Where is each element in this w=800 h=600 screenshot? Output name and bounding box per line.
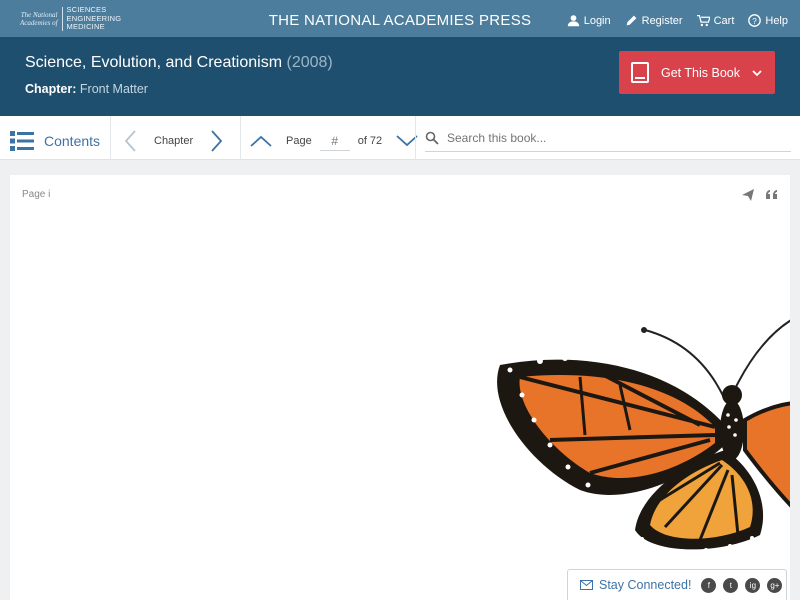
previous-page-button[interactable] [250, 135, 272, 147]
logo-line: MEDICINE [66, 22, 105, 32]
send-icon[interactable] [742, 189, 754, 201]
logo-line: The National [20, 11, 58, 19]
login-label: Login [583, 14, 611, 27]
pencil-icon [626, 15, 636, 26]
register-label: Register [641, 14, 683, 27]
next-chapter-button[interactable] [211, 130, 223, 152]
cart-link[interactable]: Cart [696, 14, 735, 27]
book-page: Page i [10, 175, 790, 600]
envelope-icon [580, 580, 593, 590]
quote-icon[interactable] [766, 189, 778, 201]
chapter-nav: Chapter [124, 122, 223, 160]
logo-left-text: The National Academies of [20, 11, 62, 27]
chapter-label: Chapter: [25, 82, 77, 96]
book-year: (2008) [286, 54, 333, 71]
top-nav: Login Register Cart ? Help [567, 14, 788, 27]
nas-logo[interactable]: The National Academies of SCIENCES ENGIN… [20, 6, 121, 32]
reader-toolbar: Contents Chapter Page of 72 [0, 116, 800, 160]
cart-label: Cart [713, 14, 735, 27]
book-title: Science, Evolution, and Creationism (200… [25, 54, 333, 72]
logo-line: Academies of [20, 19, 58, 27]
chevron-left-icon [124, 130, 136, 152]
login-link[interactable]: Login [567, 14, 611, 27]
help-label: Help [765, 14, 788, 27]
book-chapter: Chapter: Front Matter [25, 82, 148, 96]
page-label: Page i [22, 189, 51, 200]
chevron-down-icon [752, 69, 762, 76]
facebook-icon[interactable]: f [701, 577, 717, 593]
social-links: f t ig g+ [701, 577, 783, 593]
book-title-text: Science, Evolution, and Creationism [25, 54, 283, 71]
chevron-up-icon [250, 135, 272, 147]
page-tools [742, 189, 778, 201]
svg-text:?: ? [753, 17, 758, 26]
help-icon: ? [748, 14, 762, 27]
book-search [425, 124, 791, 152]
get-this-book-button[interactable]: Get This Book [619, 51, 775, 94]
toolbar-divider [240, 116, 241, 160]
toolbar-divider [415, 116, 416, 160]
contents-button[interactable]: Contents [10, 122, 100, 160]
butterfly-illustration [497, 319, 790, 553]
previous-chapter-button[interactable] [124, 130, 136, 152]
chevron-right-icon [211, 130, 223, 152]
page-nav-label: Page [286, 135, 312, 147]
book-icon [631, 62, 649, 83]
logo-right-text: SCIENCES ENGINEERING MEDICINE [63, 6, 122, 32]
stay-connected-label[interactable]: Stay Connected! [599, 578, 691, 592]
chapter-name: Front Matter [79, 82, 148, 96]
cart-icon [696, 14, 710, 27]
page-total: of 72 [357, 135, 383, 147]
get-book-label: Get This Book [661, 65, 740, 80]
list-icon [10, 131, 34, 151]
stay-connected-bar: Stay Connected! f t ig g+ [567, 569, 787, 600]
chapter-nav-label: Chapter [154, 135, 194, 147]
register-link[interactable]: Register [625, 14, 683, 27]
site-header: The National Academies of SCIENCES ENGIN… [0, 0, 800, 37]
twitter-icon[interactable]: t [723, 577, 739, 593]
toolbar-divider [110, 116, 111, 160]
search-icon [425, 131, 439, 145]
user-icon [567, 15, 579, 27]
search-input[interactable] [447, 130, 767, 145]
contents-label: Contents [44, 133, 101, 149]
page-nav: Page of 72 [250, 122, 418, 160]
google-plus-icon[interactable]: g+ [767, 577, 783, 593]
page-number-input[interactable] [319, 131, 350, 151]
help-link[interactable]: ? Help [748, 14, 788, 27]
instagram-icon[interactable]: ig [745, 577, 761, 593]
book-header: Science, Evolution, and Creationism (200… [0, 37, 800, 116]
